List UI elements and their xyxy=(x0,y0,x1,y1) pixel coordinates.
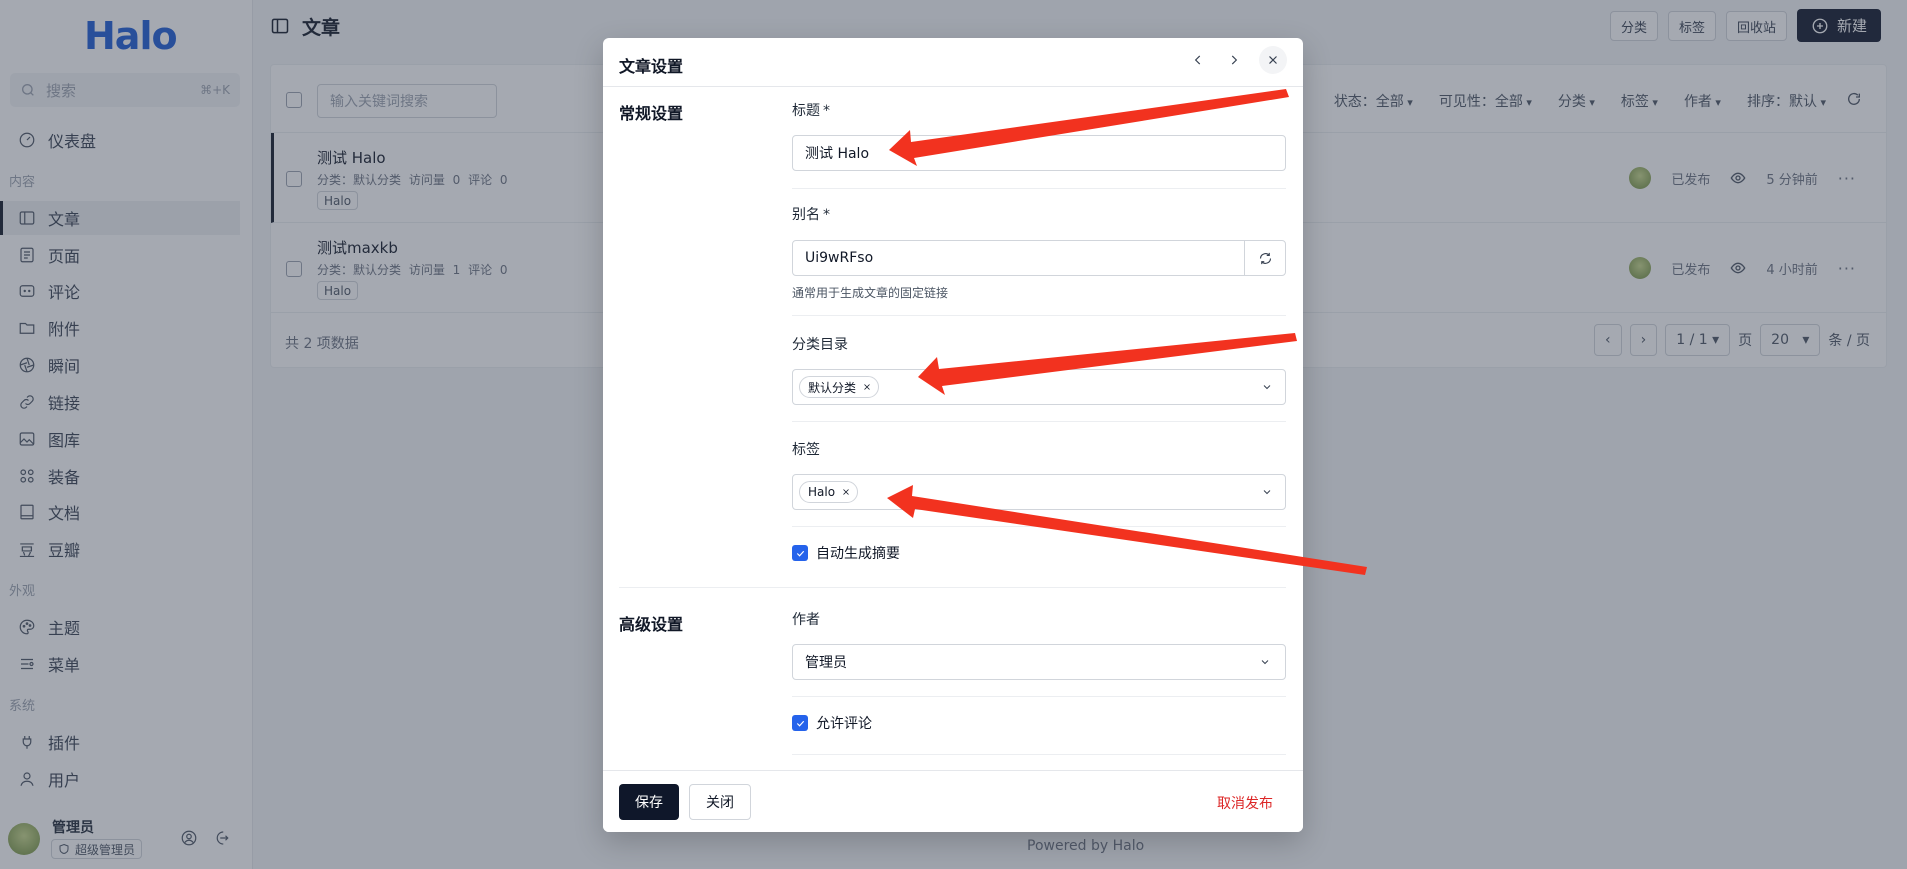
category-label: 分类目录 xyxy=(792,337,848,353)
chevron-down-icon xyxy=(1261,486,1273,502)
divider xyxy=(792,315,1286,316)
title-label: 标题 * xyxy=(792,100,830,120)
title-label-text: 标题 xyxy=(792,103,820,119)
next-button[interactable] xyxy=(1223,49,1245,71)
tag-chip-label: Halo xyxy=(808,485,836,499)
category-chip-label: 默认分类 xyxy=(808,380,857,395)
section-divider xyxy=(619,587,1286,588)
chevron-right-icon xyxy=(1231,55,1238,65)
slug-label: 别名 * xyxy=(792,204,830,224)
chevron-down-icon xyxy=(1261,381,1273,397)
divider xyxy=(792,526,1286,527)
close-modal-button[interactable] xyxy=(1259,46,1287,74)
close-icon[interactable] xyxy=(841,487,851,497)
tags-select[interactable]: Halo xyxy=(792,474,1286,510)
chevron-left-icon xyxy=(1194,55,1201,65)
general-settings-heading: 常规设置 xyxy=(619,104,684,123)
auto-excerpt-checkbox-row[interactable]: 自动生成摘要 xyxy=(792,543,900,563)
previous-button[interactable] xyxy=(1187,49,1209,71)
chevron-down-icon xyxy=(1259,656,1271,672)
regenerate-slug-button[interactable] xyxy=(1244,241,1285,275)
allow-comment-checkbox-row[interactable]: 允许评论 xyxy=(792,713,872,733)
advanced-settings-heading: 高级设置 xyxy=(619,615,684,634)
close-icon[interactable] xyxy=(862,382,872,392)
auto-excerpt-checkbox[interactable] xyxy=(792,545,808,561)
category-chip: 默认分类 xyxy=(799,376,880,398)
slug-hint: 通常用于生成文章的固定链接 xyxy=(792,286,949,300)
required-mark: * xyxy=(823,103,830,119)
allow-comment-label: 允许评论 xyxy=(816,716,872,732)
check-icon xyxy=(796,550,804,557)
title-input-value: 测试 Halo xyxy=(805,146,870,162)
modal-header-buttons xyxy=(1187,46,1287,74)
allow-comment-checkbox[interactable] xyxy=(792,715,808,731)
divider xyxy=(792,754,1286,755)
tags-label: 标签 xyxy=(792,442,820,458)
author-select-value: 管理员 xyxy=(805,655,847,671)
close-button[interactable]: 关闭 xyxy=(689,784,751,820)
divider xyxy=(792,188,1286,189)
slug-input[interactable]: Ui9wRFso xyxy=(792,240,1286,276)
modal-footer: 保存 关闭 取消发布 xyxy=(603,770,1303,832)
required-mark: * xyxy=(823,207,830,223)
author-label: 作者 xyxy=(792,612,820,628)
divider xyxy=(792,421,1286,422)
category-select[interactable]: 默认分类 xyxy=(792,369,1286,405)
author-select[interactable]: 管理员 xyxy=(792,644,1286,680)
modal-title: 文章设置 xyxy=(619,57,684,76)
refresh-icon xyxy=(1259,252,1271,264)
slug-input-value: Ui9wRFso xyxy=(805,250,874,266)
tag-chip: Halo xyxy=(799,481,859,503)
auto-excerpt-label: 自动生成摘要 xyxy=(816,546,900,562)
check-icon xyxy=(796,720,804,727)
save-button[interactable]: 保存 xyxy=(619,784,679,820)
slug-label-text: 别名 xyxy=(792,207,820,223)
modal-header: 文章设置 xyxy=(603,38,1303,87)
unpublish-button[interactable]: 取消发布 xyxy=(1217,793,1273,813)
post-settings-modal: 文章设置 常规设置 标题 * 测试 Halo 别名 * Ui9wRFso 通常用于生… xyxy=(603,38,1303,832)
title-input[interactable]: 测试 Halo xyxy=(792,135,1286,171)
close-icon xyxy=(1269,56,1277,64)
divider xyxy=(792,696,1286,697)
